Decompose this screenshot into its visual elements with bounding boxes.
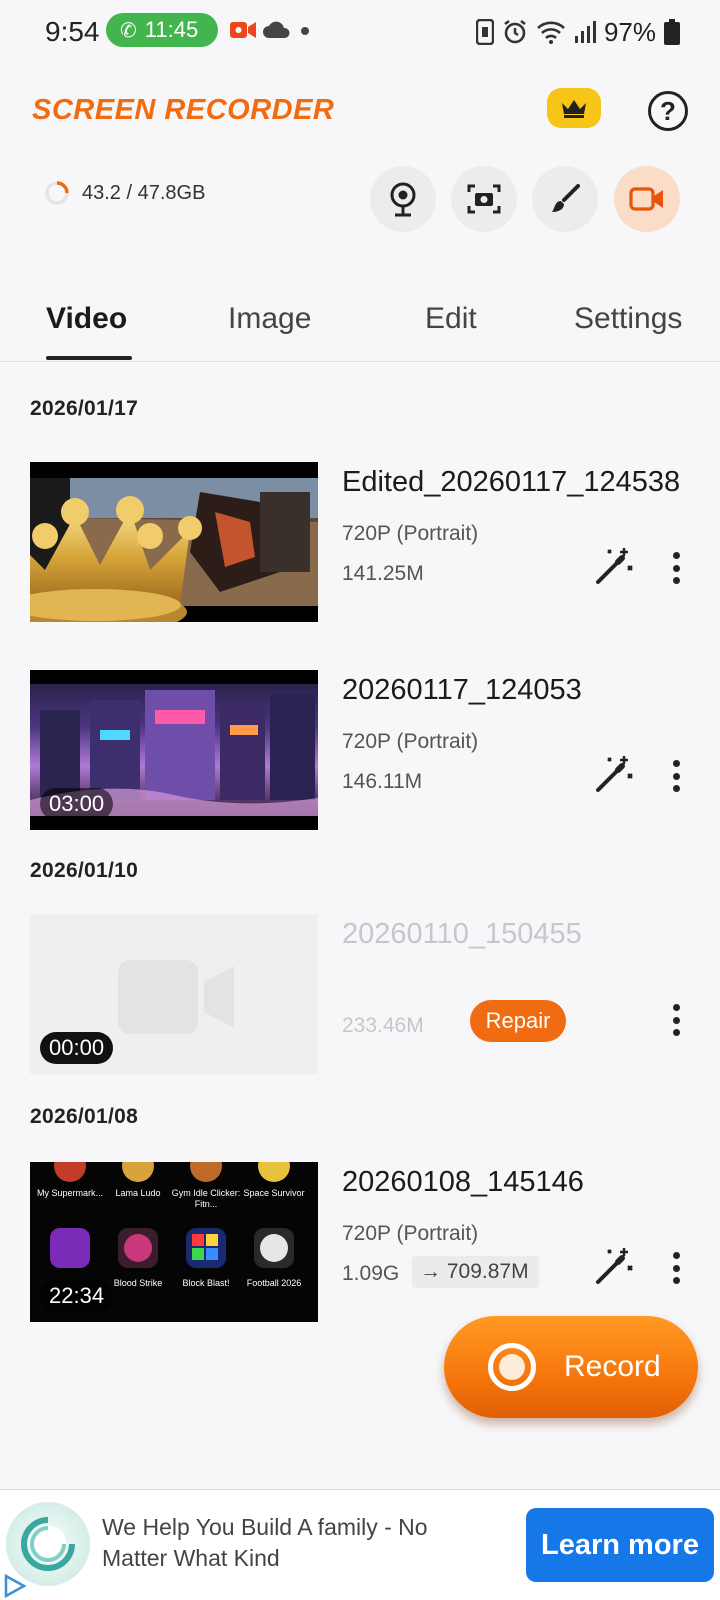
magic-wand-icon[interactable] xyxy=(594,1246,634,1286)
storage-indicator: 43.2 / 47.8GB xyxy=(44,180,205,206)
screenshot-tool-button[interactable] xyxy=(451,166,517,232)
app-title: SCREEN RECORDER xyxy=(32,94,335,126)
premium-button[interactable] xyxy=(547,88,601,128)
video-list-item[interactable]: 00:00 20260110_150455 233.46M Repair xyxy=(0,914,720,1074)
tab-video[interactable]: Video xyxy=(46,302,127,336)
repair-button[interactable]: Repair xyxy=(470,1000,566,1042)
app-label: Blood Strike xyxy=(113,1278,163,1288)
video-duration: 03:00 xyxy=(40,788,114,820)
more-options-button[interactable] xyxy=(664,1248,688,1288)
video-title: 20260110_150455 xyxy=(342,918,582,950)
brush-icon xyxy=(552,184,580,212)
cloud-icon xyxy=(263,21,290,38)
video-resolution: 720P (Portrait) xyxy=(342,522,479,545)
video-list-item[interactable]: 03:00 20260117_124053 720P (Portrait) 14… xyxy=(0,670,720,830)
more-options-button[interactable] xyxy=(664,548,688,588)
app-label: Block Blast! xyxy=(182,1278,230,1288)
video-resolution: 720P (Portrait) xyxy=(342,1222,479,1245)
ad-choices-icon[interactable] xyxy=(0,1572,28,1600)
status-time: 9:54 xyxy=(45,16,100,47)
recording-icon xyxy=(230,22,256,38)
app-label: Space Survivor xyxy=(243,1188,305,1198)
video-resolution: 720P (Portrait) xyxy=(342,730,479,753)
video-list-item[interactable]: My Supermark... Lama Ludo Gym Idle Click… xyxy=(0,1162,720,1322)
call-timer: 11:45 xyxy=(144,17,199,42)
screenshot-icon xyxy=(467,184,501,214)
brush-tool-button[interactable] xyxy=(532,166,598,232)
compressed-size: → 709.87M xyxy=(412,1256,539,1288)
learn-more-button[interactable]: Learn more xyxy=(526,1508,714,1582)
date-header: 2026/01/08 xyxy=(30,1105,139,1128)
ad-banner[interactable]: We Help You Build A family - No Matter W… xyxy=(0,1489,720,1600)
video-thumbnail[interactable]: 00:00 xyxy=(30,914,318,1074)
status-bar: 9:54 ✆ 11:45 97% xyxy=(0,0,720,64)
record-label: Record xyxy=(564,1350,661,1383)
phone-icon: ✆ xyxy=(120,19,137,42)
video-size: 233.46M xyxy=(342,1014,424,1037)
app-label: Lama Ludo xyxy=(115,1188,161,1198)
app-label: Gym Idle Clicker: Fitn... xyxy=(171,1188,241,1209)
webcam-icon xyxy=(390,182,416,217)
tab-bar: Video Image Edit Settings xyxy=(0,286,720,362)
active-tab-indicator xyxy=(46,356,132,360)
record-icon xyxy=(488,1343,536,1391)
magic-wand-icon[interactable] xyxy=(594,754,634,794)
video-size: 146.11M xyxy=(342,770,423,793)
video-title: 20260117_124053 xyxy=(342,674,582,706)
tab-settings[interactable]: Settings xyxy=(574,302,682,336)
video-list-item[interactable]: Edited_20260117_124538 720P (Portrait) 1… xyxy=(0,462,720,622)
question-icon: ? xyxy=(660,95,676,126)
signal-icon xyxy=(574,21,596,43)
tab-image[interactable]: Image xyxy=(228,302,311,336)
tab-edit[interactable]: Edit xyxy=(425,302,477,336)
magic-wand-icon[interactable] xyxy=(594,546,634,586)
video-thumbnail[interactable]: My Supermark... Lama Ludo Gym Idle Click… xyxy=(30,1162,318,1322)
storage-text: 43.2 / 47.8GB xyxy=(82,181,206,204)
video-placeholder-icon xyxy=(118,960,234,1034)
wifi-icon xyxy=(537,21,565,44)
app-label: My Supermark... xyxy=(36,1188,103,1198)
video-title: 20260108_145146 xyxy=(342,1166,584,1198)
video-duration: 22:34 xyxy=(40,1280,114,1312)
more-options-button[interactable] xyxy=(664,756,688,796)
battery-icon xyxy=(664,19,680,45)
video-size: 141.25M xyxy=(342,562,424,585)
nfc-icon xyxy=(475,19,494,45)
webcam-tool-button[interactable] xyxy=(370,166,436,232)
video-title: Edited_20260117_124538 xyxy=(342,466,681,498)
record-button[interactable]: Record xyxy=(444,1316,698,1418)
storage-ring-icon xyxy=(45,181,69,205)
alarm-icon xyxy=(504,19,526,44)
notification-dot xyxy=(301,27,309,35)
ongoing-call-chip[interactable]: ✆ 11:45 xyxy=(106,13,218,47)
date-header: 2026/01/17 xyxy=(30,397,139,420)
ring-logo-icon xyxy=(21,1517,75,1571)
video-thumbnail[interactable] xyxy=(30,462,318,622)
help-button[interactable]: ? xyxy=(648,91,688,131)
crown-icon xyxy=(562,100,586,118)
app-label: Football 2026 xyxy=(246,1278,302,1288)
status-indicators: 97% xyxy=(475,16,680,48)
more-options-button[interactable] xyxy=(664,1000,688,1040)
video-thumbnail[interactable]: 03:00 xyxy=(30,670,318,830)
video-size: 1.09G xyxy=(342,1262,400,1285)
date-header: 2026/01/10 xyxy=(30,859,139,882)
battery-percent: 97% xyxy=(603,16,656,47)
crown-badge-icon xyxy=(30,496,202,622)
video-record-tool-button[interactable] xyxy=(614,166,680,232)
video-record-icon xyxy=(629,187,663,211)
ad-text[interactable]: We Help You Build A family - No Matter W… xyxy=(102,1512,472,1574)
video-duration: 00:00 xyxy=(40,1032,114,1064)
